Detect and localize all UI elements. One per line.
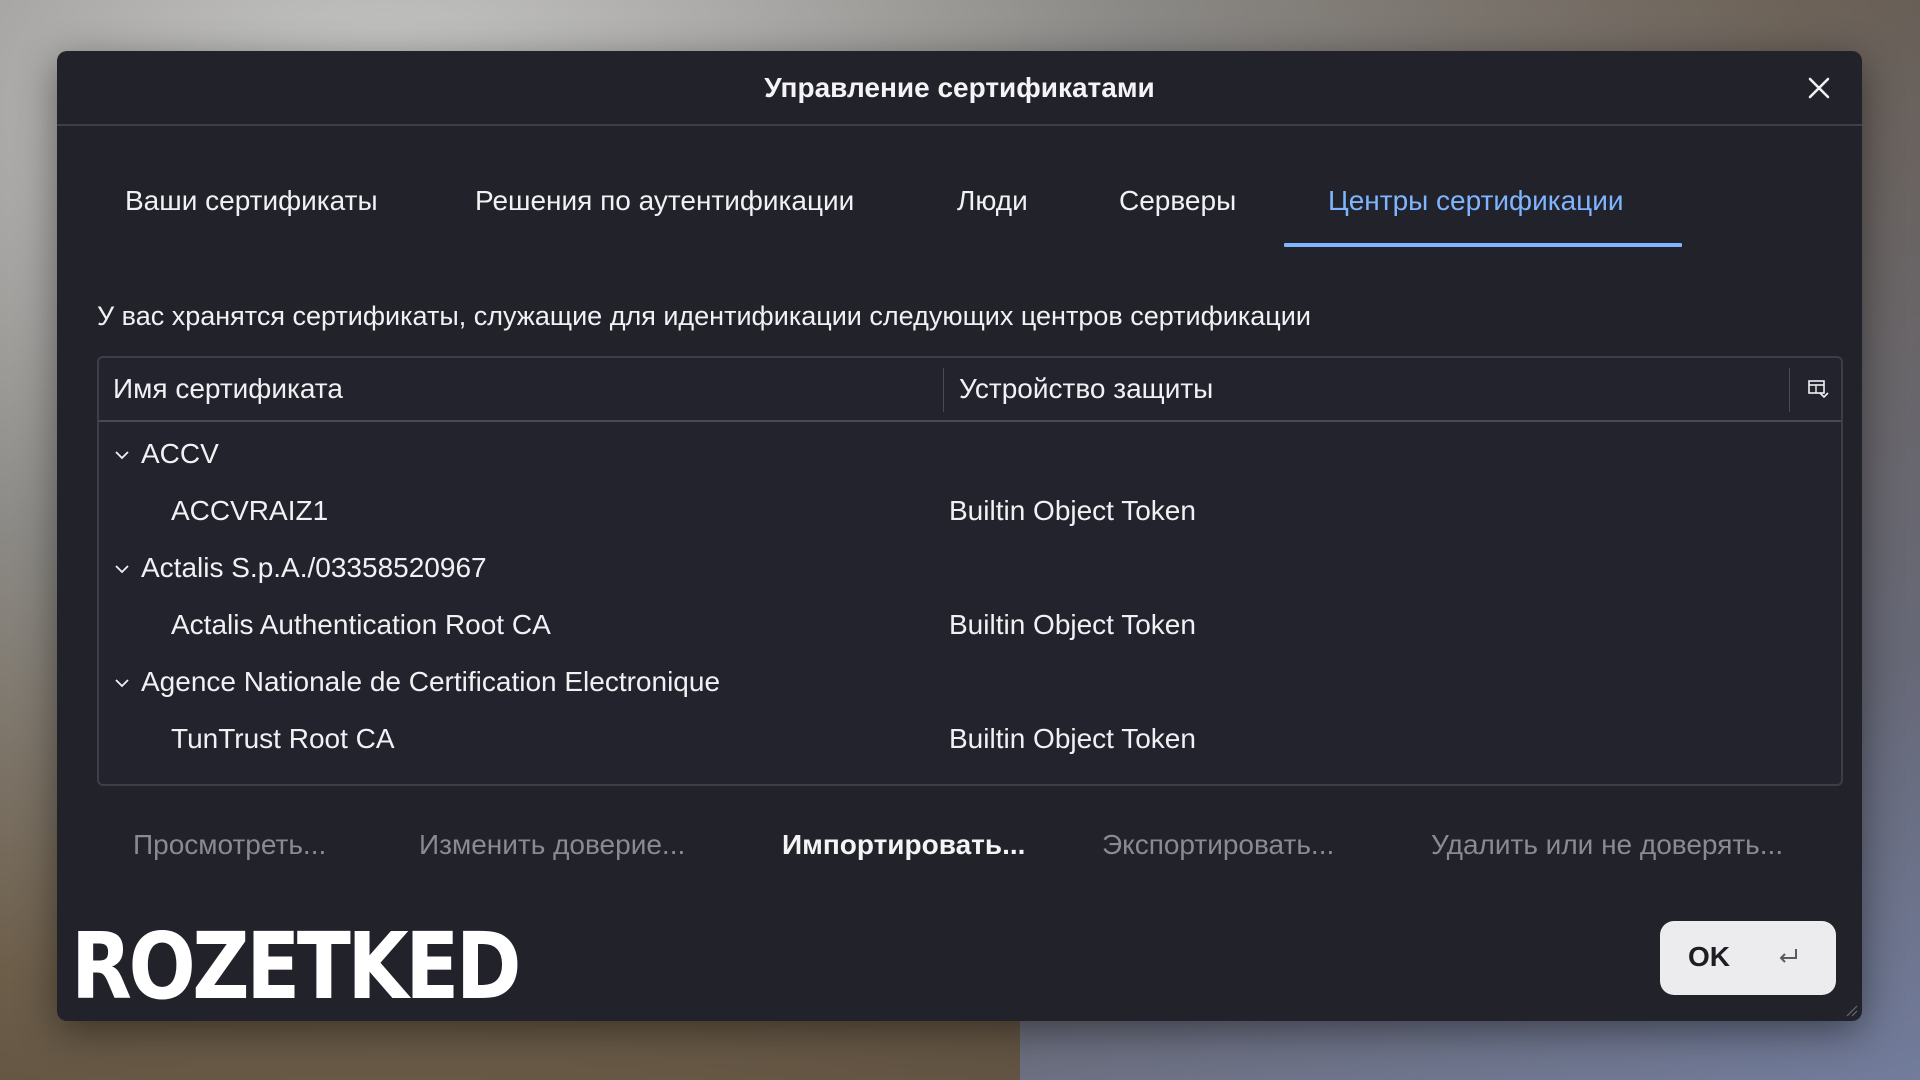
- security-device: Builtin Object Token: [949, 495, 1196, 526]
- tab-your-certificates[interactable]: Ваши сертификаты: [125, 181, 378, 243]
- tree-group-row[interactable]: Actalis S.p.A./03358520967: [99, 540, 1841, 597]
- tab-authorities[interactable]: Центры сертификации: [1328, 181, 1623, 243]
- delete-or-distrust-button[interactable]: Удалить или не доверять...: [1431, 829, 1783, 861]
- security-device: Builtin Object Token: [949, 609, 1196, 640]
- tree-group-row[interactable]: Agence Nationale de Certification Electr…: [99, 654, 1841, 711]
- certificate-tree[interactable]: Имя сертификата Устройство защиты ACCV A…: [97, 356, 1843, 786]
- table-header: Имя сертификата Устройство защиты: [99, 358, 1841, 422]
- dialog-title: Управление сертификатами: [764, 72, 1155, 103]
- chevron-down-icon[interactable]: [113, 448, 131, 462]
- group-name: Agence Nationale de Certification Electr…: [141, 666, 721, 697]
- column-separator[interactable]: [943, 368, 944, 412]
- certificate-name: TunTrust Root CA: [171, 723, 395, 754]
- dialog-titlebar: Управление сертификатами: [57, 51, 1862, 126]
- ok-button-label: OK: [1688, 941, 1730, 972]
- chevron-down-icon[interactable]: [113, 676, 131, 690]
- chevron-down-icon[interactable]: [113, 562, 131, 576]
- certificate-name: ACCVRAIZ1: [171, 495, 329, 526]
- tree-item-row[interactable]: TunTrust Root CA Builtin Object Token: [99, 711, 1841, 768]
- column-picker-icon[interactable]: [1807, 378, 1829, 400]
- column-separator[interactable]: [1789, 368, 1790, 412]
- close-icon[interactable]: [1802, 71, 1836, 105]
- certificate-manager-dialog: Управление сертификатами Ваши сертификат…: [57, 51, 1862, 1021]
- tab-authentication-decisions[interactable]: Решения по аутентификации: [475, 181, 854, 243]
- tree-item-row[interactable]: ACCVRAIZ1 Builtin Object Token: [99, 483, 1841, 540]
- tab-bar: Ваши сертификаты Решения по аутентификац…: [57, 181, 1862, 241]
- view-button[interactable]: Просмотреть...: [133, 829, 326, 861]
- security-device: Builtin Object Token: [949, 723, 1196, 754]
- tab-servers[interactable]: Серверы: [1119, 181, 1236, 243]
- edit-trust-button[interactable]: Изменить доверие...: [419, 829, 685, 861]
- watermark-logo: ROZETKED: [71, 913, 522, 1020]
- active-tab-indicator: [1284, 243, 1682, 247]
- import-button[interactable]: Импортировать...: [782, 829, 1025, 861]
- column-header-device[interactable]: Устройство защиты: [959, 373, 1213, 405]
- group-name: ACCV: [141, 438, 219, 469]
- group-name: Actalis S.p.A./03358520967: [141, 552, 487, 583]
- ok-button[interactable]: OK: [1660, 921, 1836, 995]
- certificate-name: Actalis Authentication Root CA: [171, 609, 551, 640]
- tree-group-row[interactable]: ACCV: [99, 426, 1841, 483]
- tab-people[interactable]: Люди: [957, 181, 1028, 243]
- export-button[interactable]: Экспортировать...: [1102, 829, 1334, 861]
- enter-key-icon: [1779, 949, 1797, 963]
- description-text: У вас хранятся сертификаты, служащие для…: [97, 301, 1311, 331]
- column-header-name[interactable]: Имя сертификата: [113, 373, 343, 405]
- resize-grip-icon[interactable]: [1842, 1001, 1858, 1017]
- tree-item-row[interactable]: Actalis Authentication Root CA Builtin O…: [99, 597, 1841, 654]
